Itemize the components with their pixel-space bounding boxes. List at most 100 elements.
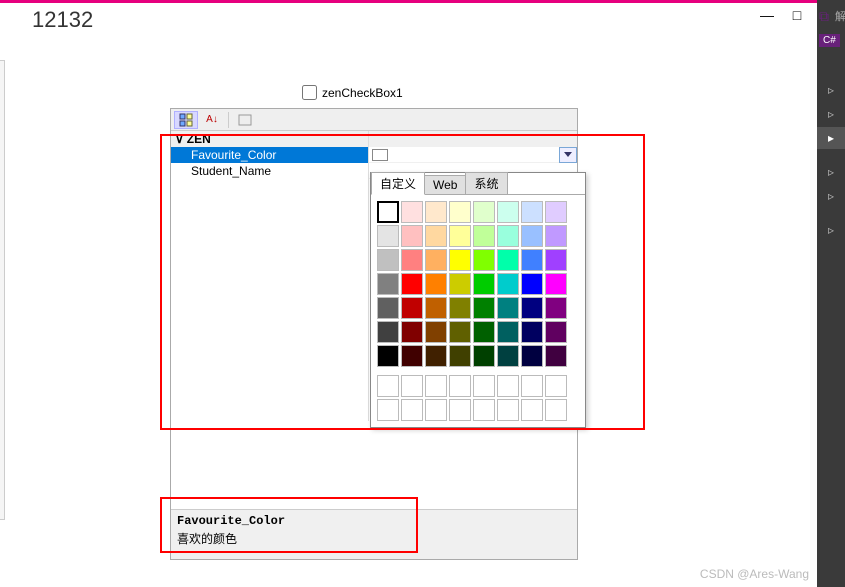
color-cell[interactable] (497, 273, 519, 295)
color-cell[interactable] (425, 321, 447, 343)
color-cell[interactable] (521, 297, 543, 319)
color-cell[interactable] (449, 399, 471, 421)
color-cell[interactable] (401, 345, 423, 367)
color-cell[interactable] (473, 225, 495, 247)
color-cell[interactable] (401, 399, 423, 421)
alphabetical-button[interactable]: A↓ (200, 111, 224, 129)
color-cell[interactable] (449, 225, 471, 247)
color-cell[interactable] (521, 345, 543, 367)
color-cell[interactable] (425, 201, 447, 223)
tab-system[interactable]: 系统 (465, 172, 507, 194)
color-cell[interactable] (473, 249, 495, 271)
right-sidebar: ⧉ 解 C# ▹ ▹ ▸ ▹ ▹ ▹ (817, 0, 845, 587)
color-cell[interactable] (449, 345, 471, 367)
color-cell[interactable] (425, 345, 447, 367)
color-cell[interactable] (473, 399, 495, 421)
color-picker-popup: 自定义 Web 系统 (370, 172, 586, 428)
color-cell[interactable] (545, 273, 567, 295)
color-cell[interactable] (521, 249, 543, 271)
color-cell[interactable] (401, 201, 423, 223)
propgrid-names: ∨ ZEN Favourite_Color Student_Name (171, 131, 369, 421)
color-cell[interactable] (473, 273, 495, 295)
tab-web[interactable]: Web (424, 175, 466, 194)
color-cell[interactable] (521, 375, 543, 397)
color-cell[interactable] (449, 249, 471, 271)
color-cell[interactable] (473, 297, 495, 319)
prop-row-student-name[interactable]: Student_Name (171, 163, 368, 179)
color-cell[interactable] (545, 249, 567, 271)
color-cell[interactable] (425, 297, 447, 319)
color-cell[interactable] (449, 201, 471, 223)
zen-checkbox[interactable] (302, 85, 317, 100)
value-favourite-color[interactable] (369, 147, 577, 163)
color-cell[interactable] (473, 345, 495, 367)
color-cell[interactable] (377, 273, 399, 295)
color-cell[interactable] (473, 375, 495, 397)
color-cell[interactable] (449, 321, 471, 343)
categorized-icon (179, 113, 193, 127)
color-cell[interactable] (425, 273, 447, 295)
color-cell[interactable] (377, 297, 399, 319)
color-cell[interactable] (425, 399, 447, 421)
color-cell[interactable] (401, 225, 423, 247)
chevron-right-icon-3[interactable]: ▸ (817, 127, 845, 149)
chevron-right-icon-4[interactable]: ▹ (817, 161, 845, 183)
window-title: 12132 (32, 7, 93, 33)
color-cell[interactable] (449, 297, 471, 319)
color-cell[interactable] (497, 375, 519, 397)
maximize-button[interactable]: □ (789, 7, 805, 23)
color-cell[interactable] (401, 297, 423, 319)
color-cell[interactable] (377, 399, 399, 421)
minimize-button[interactable]: — (759, 7, 775, 23)
color-cell[interactable] (473, 201, 495, 223)
color-cell[interactable] (497, 249, 519, 271)
color-cell[interactable] (401, 273, 423, 295)
color-palette-grid (371, 195, 587, 427)
color-cell[interactable] (545, 375, 567, 397)
color-cell[interactable] (521, 201, 543, 223)
color-cell[interactable] (377, 201, 399, 223)
color-cell[interactable] (377, 249, 399, 271)
color-cell[interactable] (401, 375, 423, 397)
color-cell[interactable] (545, 297, 567, 319)
color-cell[interactable] (497, 297, 519, 319)
color-cell[interactable] (377, 345, 399, 367)
chevron-down-icon (564, 152, 572, 158)
color-cell[interactable] (425, 249, 447, 271)
color-cell[interactable] (449, 375, 471, 397)
color-cell[interactable] (473, 321, 495, 343)
color-cell[interactable] (377, 321, 399, 343)
color-cell[interactable] (545, 201, 567, 223)
color-cell[interactable] (497, 201, 519, 223)
color-cell[interactable] (545, 225, 567, 247)
color-cell[interactable] (377, 375, 399, 397)
chevron-right-icon-5[interactable]: ▹ (817, 185, 845, 207)
color-cell[interactable] (425, 225, 447, 247)
color-cell[interactable] (545, 399, 567, 421)
color-cell[interactable] (497, 321, 519, 343)
color-cell[interactable] (521, 273, 543, 295)
toolbar-separator (228, 112, 229, 128)
chevron-right-icon-2[interactable]: ▹ (817, 103, 845, 125)
color-cell[interactable] (377, 225, 399, 247)
color-cell[interactable] (401, 321, 423, 343)
color-cell[interactable] (497, 345, 519, 367)
color-cell[interactable] (545, 345, 567, 367)
color-cell[interactable] (401, 249, 423, 271)
dropdown-arrow[interactable] (559, 147, 577, 163)
categorized-button[interactable] (174, 111, 198, 129)
property-pages-button[interactable] (233, 111, 257, 129)
chevron-right-icon-6[interactable]: ▹ (817, 219, 845, 241)
category-row[interactable]: ∨ ZEN (171, 131, 368, 147)
tab-custom[interactable]: 自定义 (371, 172, 425, 195)
color-cell[interactable] (425, 375, 447, 397)
color-cell[interactable] (521, 225, 543, 247)
color-cell[interactable] (521, 321, 543, 343)
chevron-right-icon-1[interactable]: ▹ (817, 79, 845, 101)
color-cell[interactable] (545, 321, 567, 343)
color-cell[interactable] (449, 273, 471, 295)
color-cell[interactable] (521, 399, 543, 421)
color-cell[interactable] (497, 225, 519, 247)
prop-row-favourite-color[interactable]: Favourite_Color (171, 147, 368, 163)
color-cell[interactable] (497, 399, 519, 421)
